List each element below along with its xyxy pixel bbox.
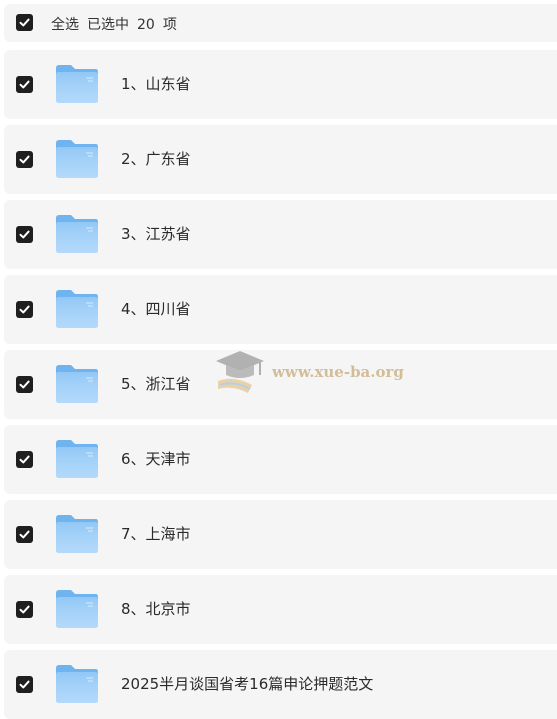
folder-icon <box>56 65 98 103</box>
folder-icon <box>56 590 98 628</box>
row-checkbox[interactable] <box>16 451 33 468</box>
folder-icon <box>56 515 98 553</box>
row-checkbox[interactable] <box>16 151 33 168</box>
check-icon <box>19 230 30 239</box>
folder-row[interactable]: 6、天津市 <box>4 425 557 494</box>
check-icon <box>19 605 30 614</box>
folder-icon <box>56 140 98 178</box>
folder-row[interactable]: 2025半月谈国省考16篇申论押题范文 <box>4 650 557 719</box>
folder-row[interactable]: 8、北京市 <box>4 575 557 644</box>
row-checkbox[interactable] <box>16 676 33 693</box>
row-checkbox[interactable] <box>16 526 33 543</box>
row-checkbox[interactable] <box>16 301 33 318</box>
check-icon <box>19 455 30 464</box>
folder-name[interactable]: 2、广东省 <box>121 148 191 169</box>
check-icon <box>19 530 30 539</box>
folder-row[interactable]: 5、浙江省 <box>4 350 557 419</box>
folder-row[interactable]: 2、广东省 <box>4 125 557 194</box>
folder-row[interactable]: 7、上海市 <box>4 500 557 569</box>
folder-icon <box>56 440 98 478</box>
row-checkbox[interactable] <box>16 601 33 618</box>
select-all-checkbox[interactable] <box>16 14 33 31</box>
check-icon <box>19 380 30 389</box>
folder-icon <box>56 290 98 328</box>
folder-icon <box>56 365 98 403</box>
folder-icon <box>56 215 98 253</box>
folder-name[interactable]: 1、山东省 <box>121 73 191 94</box>
folder-name[interactable]: 3、江苏省 <box>121 223 191 244</box>
selected-count: 20 <box>137 17 155 33</box>
folder-name[interactable]: 7、上海市 <box>121 523 191 544</box>
check-icon <box>19 18 30 27</box>
row-checkbox[interactable] <box>16 226 33 243</box>
selection-summary: 全选 已选中 20 项 <box>51 14 185 34</box>
folder-name[interactable]: 4、四川省 <box>121 298 191 319</box>
folder-name[interactable]: 8、北京市 <box>121 598 191 619</box>
select-all-bar: 全选 已选中 20 项 <box>4 4 557 42</box>
check-icon <box>19 305 30 314</box>
selected-suffix: 项 <box>162 17 177 33</box>
folder-row[interactable]: 4、四川省 <box>4 275 557 344</box>
check-icon <box>19 680 30 689</box>
row-checkbox[interactable] <box>16 76 33 93</box>
folder-row[interactable]: 3、江苏省 <box>4 200 557 269</box>
check-icon <box>19 155 30 164</box>
row-checkbox[interactable] <box>16 376 33 393</box>
folder-name[interactable]: 5、浙江省 <box>121 373 191 394</box>
select-all-label[interactable]: 全选 <box>51 17 79 33</box>
check-icon <box>19 80 30 89</box>
selected-prefix: 已选中 <box>87 17 129 33</box>
folder-row[interactable]: 1、山东省 <box>4 50 557 119</box>
folder-name[interactable]: 6、天津市 <box>121 448 191 469</box>
folder-name[interactable]: 2025半月谈国省考16篇申论押题范文 <box>121 673 373 694</box>
